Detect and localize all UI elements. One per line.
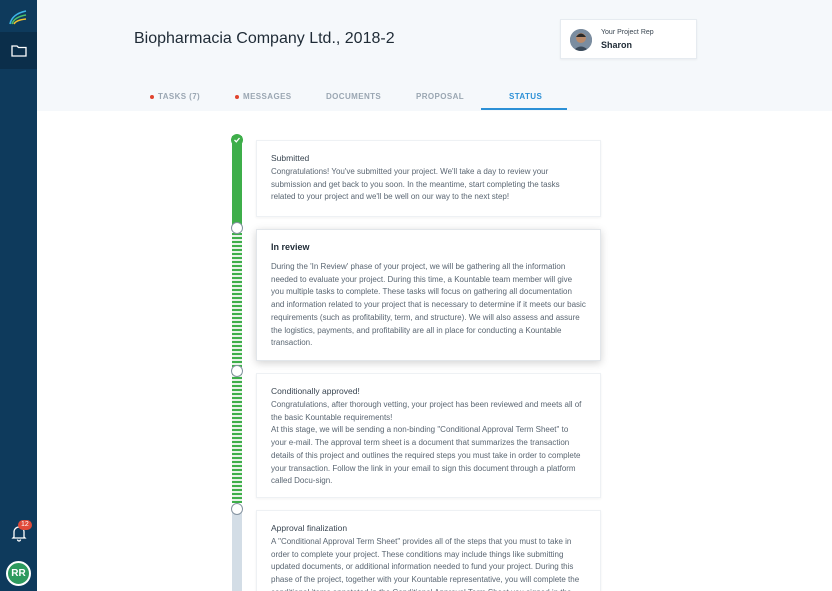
step-description: A "Conditional Approval Term Sheet" prov…	[271, 537, 580, 591]
step-description: Congratulations! You've submitted your p…	[271, 167, 560, 202]
check-icon	[234, 137, 240, 143]
timeline-pending-segment	[232, 508, 242, 591]
step-title: Conditionally approved!	[271, 386, 360, 396]
tab-messages[interactable]: MESSAGES	[235, 92, 292, 101]
step-title: In review	[271, 242, 310, 252]
project-rep-card[interactable]: Your Project Rep Sharon	[560, 19, 697, 59]
rep-avatar	[570, 29, 592, 51]
step-title: Approval finalization	[271, 523, 348, 533]
unread-dot	[150, 94, 154, 99]
step-node	[231, 222, 243, 234]
timeline-complete-segment	[232, 136, 242, 228]
tab-proposal[interactable]: PROPOSAL	[416, 92, 464, 101]
rep-label: Your Project Rep	[601, 29, 654, 36]
active-tab-indicator	[481, 108, 567, 110]
notification-badge: 12	[18, 520, 32, 530]
step-node	[231, 365, 243, 377]
step-node	[231, 503, 243, 515]
rep-name: Sharon	[601, 40, 633, 50]
step-card-approval-finalization: Approval finalization A "Conditional App…	[256, 510, 601, 591]
page-title: Biopharmacia Company Ltd., 2018-2	[134, 30, 395, 47]
step-description: During the 'In Review' phase of your pro…	[271, 262, 586, 348]
status-timeline	[232, 136, 242, 591]
step-card-submitted: Submitted Congratulations! You've submit…	[256, 140, 601, 217]
logo-icon[interactable]	[8, 8, 28, 26]
unread-dot	[235, 94, 239, 99]
step-title: Submitted	[271, 153, 310, 163]
tab-status[interactable]: STATUS	[509, 92, 542, 101]
step-card-conditionally-approved: Conditionally approved! Congratulations,…	[256, 373, 601, 498]
folder-icon	[10, 45, 27, 57]
tab-tasks[interactable]: TASKS (7)	[150, 92, 200, 101]
user-avatar[interactable]: RR	[6, 561, 31, 586]
step-description: Congratulations, after thorough vetting,…	[271, 400, 582, 422]
tab-bar: TASKS (7) MESSAGES DOCUMENTS PROPOSAL ST…	[0, 85, 832, 111]
step-complete-node	[231, 134, 243, 146]
step-card-in-review: In review During the 'In Review' phase o…	[256, 229, 601, 361]
nav-projects[interactable]	[0, 32, 37, 69]
step-description-2: At this stage, we will be sending a non-…	[271, 425, 581, 486]
tab-documents[interactable]: DOCUMENTS	[326, 92, 381, 101]
